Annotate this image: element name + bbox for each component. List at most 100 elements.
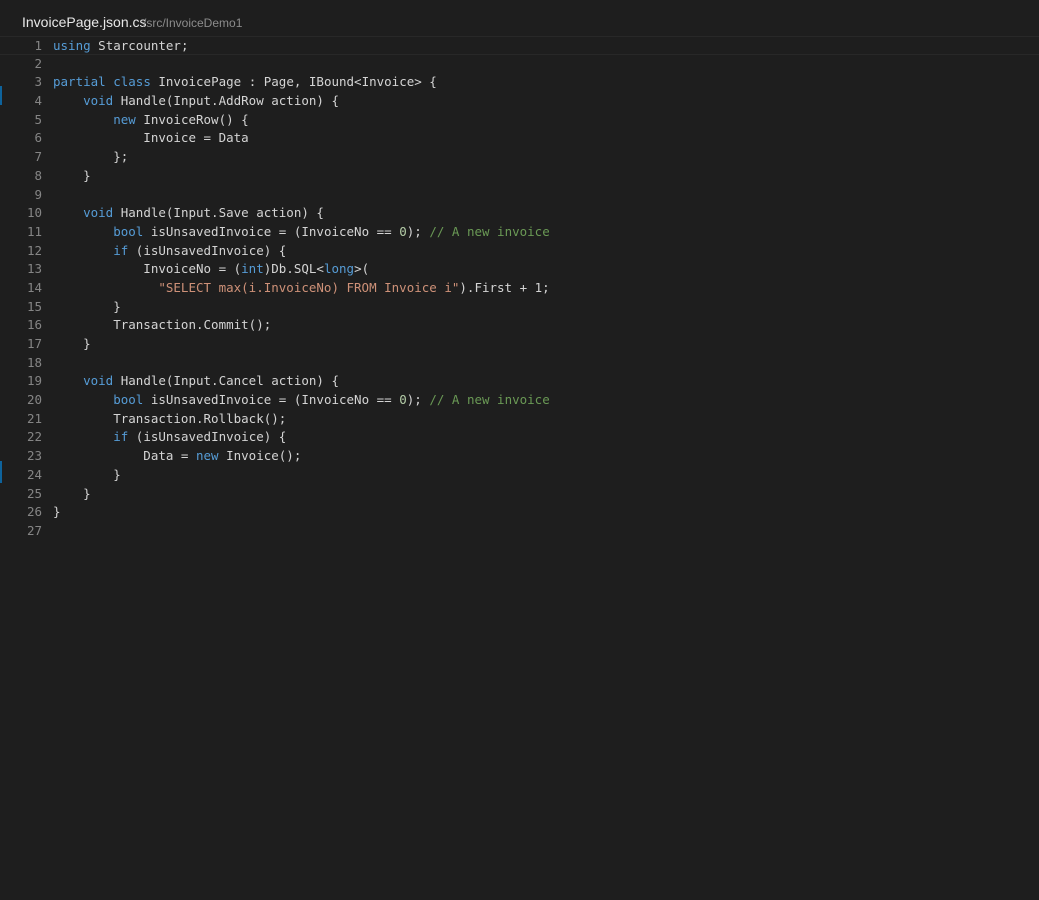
line-number: 8 — [34, 167, 42, 183]
code-line[interactable]: 12 if (isUnsavedInvoice) { — [0, 242, 1039, 261]
code-line[interactable]: 16 Transaction.Commit(); — [0, 316, 1039, 335]
file-name[interactable]: InvoicePage.json.cs — [22, 14, 147, 30]
code-token: (isUnsavedInvoice) { — [128, 242, 287, 258]
line-number: 12 — [26, 242, 42, 258]
code-line[interactable]: 2 — [0, 55, 1039, 74]
code-token: } — [53, 504, 61, 520]
code-text: } — [53, 466, 121, 485]
line-number: 7 — [34, 149, 42, 165]
code-line[interactable]: 15 } — [0, 298, 1039, 317]
code-token: int — [241, 261, 264, 277]
line-number: 25 — [26, 485, 42, 501]
code-line[interactable]: 18 — [0, 354, 1039, 373]
line-number: 4 — [34, 93, 42, 109]
code-line[interactable]: 13 InvoiceNo = (int)Db.SQL<long>( — [0, 260, 1039, 279]
code-token: class — [113, 74, 151, 90]
code-text: InvoiceNo = (int)Db.SQL<long>( — [53, 260, 369, 279]
code-token: isUnsavedInvoice = (InvoiceNo == — [143, 392, 400, 408]
line-number: 14 — [26, 279, 42, 295]
code-text: Transaction.Commit(); — [53, 316, 271, 335]
code-line[interactable]: 23 Data = new Invoice(); — [0, 447, 1039, 466]
code-text: } — [53, 503, 61, 522]
line-number: 6 — [34, 130, 42, 146]
code-token: isUnsavedInvoice = (InvoiceNo == — [143, 223, 400, 239]
code-line[interactable]: 7 }; — [0, 148, 1039, 167]
code-token: InvoiceRow() { — [135, 111, 249, 127]
code-token: Invoice = Data — [53, 130, 249, 146]
code-token: Handle(Input.AddRow action) { — [113, 93, 339, 109]
code-token: (isUnsavedInvoice) { — [128, 429, 287, 445]
code-text: } — [53, 298, 121, 317]
line-number: 18 — [26, 354, 42, 370]
code-token: Transaction.Commit(); — [53, 317, 272, 333]
code-text: bool isUnsavedInvoice = (InvoiceNo == 0)… — [53, 223, 550, 242]
code-line[interactable]: 4 void Handle(Input.AddRow action) { — [0, 92, 1039, 111]
code-token: // A new invoice — [429, 392, 550, 408]
line-number: 27 — [26, 522, 42, 538]
code-line[interactable]: 27 — [0, 522, 1039, 541]
code-line[interactable]: 22 if (isUnsavedInvoice) { — [0, 428, 1039, 447]
code-text: partial class InvoicePage : Page, IBound… — [53, 73, 437, 92]
editor-title-bar: InvoicePage.json.cs /src/InvoiceDemo1 — [0, 0, 1039, 37]
code-token: Invoice(); — [218, 448, 302, 464]
code-line[interactable]: 11 bool isUnsavedInvoice = (InvoiceNo ==… — [0, 223, 1039, 242]
line-number: 2 — [34, 55, 42, 71]
code-line[interactable]: 25 } — [0, 485, 1039, 504]
code-token: long — [323, 261, 355, 277]
code-line[interactable]: 1 using Starcounter; — [0, 36, 1039, 55]
code-token: void — [83, 93, 114, 109]
code-text: } — [53, 335, 91, 354]
code-token: // A new invoice — [429, 223, 550, 239]
code-line[interactable]: 3 partial class InvoicePage : Page, IBoun… — [0, 73, 1039, 92]
code-editor-window: InvoicePage.json.cs /src/InvoiceDemo1 1u… — [0, 0, 1039, 900]
code-text: void Handle(Input.Save action) { — [53, 204, 324, 223]
code-text: Invoice = Data — [53, 129, 249, 148]
code-line[interactable]: 19 void Handle(Input.Cancel action) { — [0, 372, 1039, 391]
code-text: bool isUnsavedInvoice = (InvoiceNo == 0)… — [53, 391, 550, 410]
code-token: } — [53, 336, 91, 351]
code-token: )Db.SQL< — [263, 261, 324, 277]
code-token: >( — [354, 261, 370, 277]
code-token: bool — [113, 223, 144, 239]
code-text: using Starcounter; — [53, 37, 188, 56]
code-token: Data = — [53, 448, 196, 464]
line-number: 9 — [34, 186, 42, 202]
code-line[interactable]: 20 bool isUnsavedInvoice = (InvoiceNo ==… — [0, 391, 1039, 410]
code-token: if — [113, 242, 129, 258]
line-number: 21 — [26, 410, 42, 426]
line-number: 5 — [34, 111, 42, 127]
code-text: new InvoiceRow() { — [53, 111, 249, 130]
code-line[interactable]: 26} — [0, 503, 1039, 522]
code-text: void Handle(Input.AddRow action) { — [53, 92, 339, 111]
code-text: Transaction.Rollback(); — [53, 410, 286, 429]
line-number: 19 — [26, 373, 42, 389]
code-token: Starcounter; — [90, 38, 189, 53]
code-line[interactable]: 10 void Handle(Input.Save action) { — [0, 204, 1039, 223]
code-line[interactable]: 24 } — [0, 466, 1039, 485]
code-token: void — [83, 373, 114, 389]
code-line[interactable]: 14 "SELECT max(i.InvoiceNo) FROM Invoice… — [0, 279, 1039, 298]
code-editor[interactable]: 1 using Starcounter; 2 3 partial class Invoi… — [0, 36, 1039, 900]
code-token: InvoicePage : Page, IBound<Invoice> { — [150, 74, 437, 90]
code-line[interactable]: 9 — [0, 186, 1039, 205]
code-line[interactable]: 17 } — [0, 335, 1039, 354]
line-number: 22 — [26, 429, 42, 445]
code-line[interactable]: 6 Invoice = Data — [0, 129, 1039, 148]
code-token: new — [113, 111, 136, 127]
code-token: 0 — [399, 223, 407, 239]
code-line[interactable]: 21 Transaction.Rollback(); — [0, 410, 1039, 429]
code-line[interactable]: 8 } — [0, 167, 1039, 186]
code-text: "SELECT max(i.InvoiceNo) FROM Invoice i"… — [53, 279, 549, 298]
code-token: new — [196, 448, 219, 464]
code-line[interactable]: 5 new InvoiceRow() { — [0, 111, 1039, 130]
code-text: void Handle(Input.Cancel action) { — [53, 372, 339, 391]
line-number: 24 — [26, 466, 42, 482]
line-number: 16 — [26, 317, 42, 333]
